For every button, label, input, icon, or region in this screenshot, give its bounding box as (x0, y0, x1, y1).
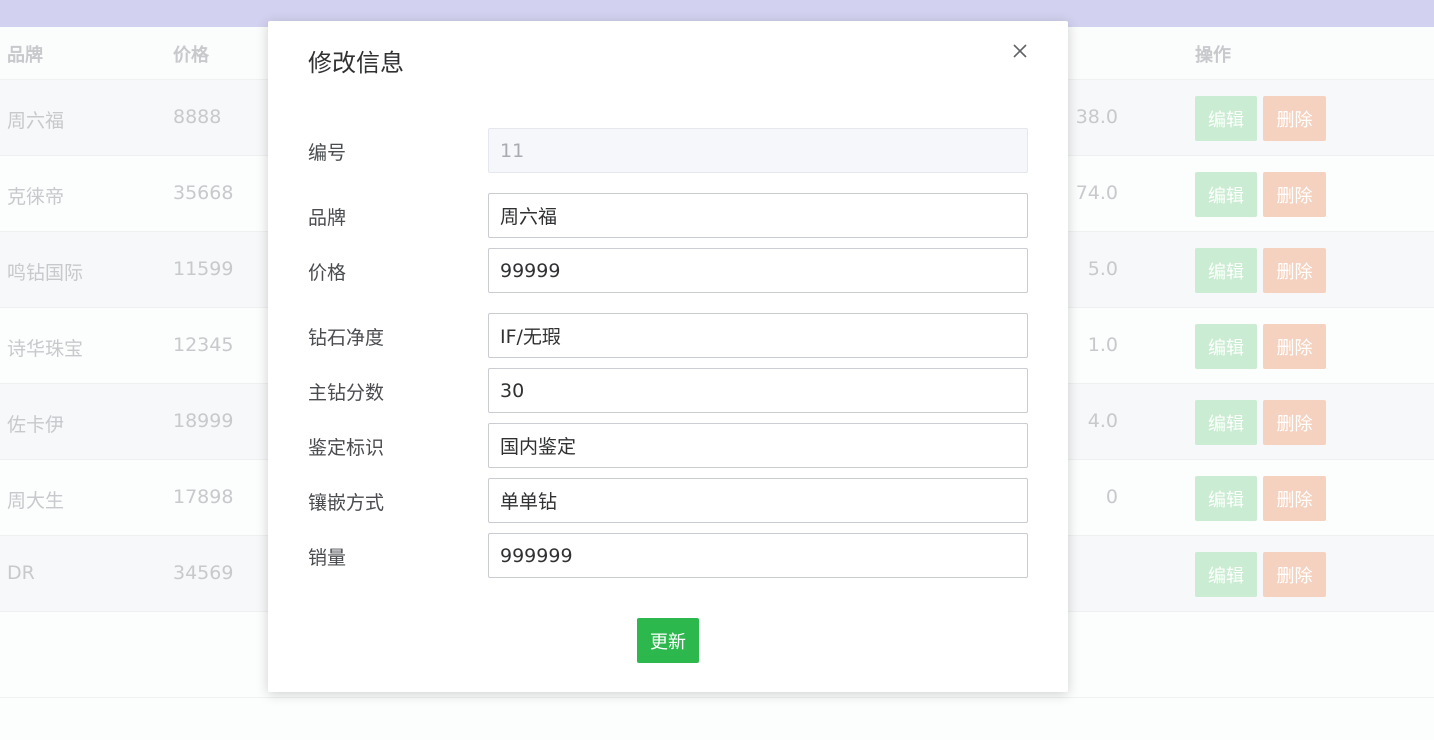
field-label-brand: 品牌 (308, 207, 347, 229)
field-label-sales: 销量 (308, 547, 347, 569)
cell-brand: DR (7, 562, 35, 584)
field-label-certification: 鉴定标识 (308, 437, 385, 459)
delete-button[interactable]: 删除 (1263, 96, 1326, 141)
cell-price: 35668 (173, 182, 234, 204)
close-icon[interactable] (1009, 40, 1031, 62)
cell-price: 11599 (173, 258, 234, 280)
delete-button[interactable]: 删除 (1263, 248, 1326, 293)
carat-field[interactable] (488, 368, 1028, 413)
dialog-title: 修改信息 (308, 49, 404, 77)
edit-button[interactable]: 编辑 (1195, 248, 1257, 293)
form-row-certification: 鉴定标识 (308, 423, 1028, 468)
field-label-clarity: 钻石净度 (308, 327, 385, 349)
form-row-carat: 主钻分数 (308, 368, 1028, 413)
delete-button[interactable]: 删除 (1263, 324, 1326, 369)
cell-brand: 鸣钻国际 (7, 262, 84, 284)
price-field[interactable] (488, 248, 1028, 293)
form-row-setting: 镶嵌方式 (308, 478, 1028, 523)
cell-brand: 周大生 (7, 490, 65, 512)
field-label-carat: 主钻分数 (308, 382, 385, 404)
header-brand: 品牌 (7, 45, 43, 66)
setting-field[interactable] (488, 478, 1028, 523)
form-row-brand: 品牌 (308, 193, 1028, 238)
edit-button[interactable]: 编辑 (1195, 324, 1257, 369)
cell-brand: 克徕帝 (7, 186, 65, 208)
edit-button[interactable]: 编辑 (1195, 96, 1257, 141)
delete-button[interactable]: 删除 (1263, 552, 1326, 597)
cell-price: 17898 (173, 486, 234, 508)
cell-price: 8888 (173, 106, 222, 128)
cell-price: 18999 (173, 410, 234, 432)
edit-info-dialog: 修改信息 编号 品牌 价格 钻石净度 主钻分数 鉴定标识 (268, 21, 1068, 692)
form-row-clarity: 钻石净度 (308, 313, 1028, 358)
cell-brand: 周六福 (7, 110, 65, 132)
clarity-field[interactable] (488, 313, 1028, 358)
header-price: 价格 (173, 45, 209, 66)
cell-price: 12345 (173, 334, 234, 356)
edit-button[interactable]: 编辑 (1195, 552, 1257, 597)
sales-field[interactable] (488, 533, 1028, 578)
id-field (488, 128, 1028, 173)
brand-field[interactable] (488, 193, 1028, 238)
header-actions: 操作 (1195, 45, 1231, 66)
cell-brand: 诗华珠宝 (7, 338, 84, 360)
cell-brand: 佐卡伊 (7, 414, 65, 436)
update-button[interactable]: 更新 (637, 618, 699, 663)
field-label-id: 编号 (308, 142, 347, 164)
form-row-sales: 销量 (308, 533, 1028, 578)
edit-button[interactable]: 编辑 (1195, 476, 1257, 521)
delete-button[interactable]: 删除 (1263, 172, 1326, 217)
field-label-price: 价格 (308, 262, 347, 284)
form-row-price: 价格 (308, 248, 1028, 293)
field-label-setting: 镶嵌方式 (308, 492, 385, 514)
form-row-id: 编号 (308, 128, 1028, 173)
page: 品牌 价格 操作 周六福 8888 38.0 编辑 删除 克徕帝 35668 7… (0, 0, 1434, 740)
edit-button[interactable]: 编辑 (1195, 400, 1257, 445)
delete-button[interactable]: 删除 (1263, 400, 1326, 445)
delete-button[interactable]: 删除 (1263, 476, 1326, 521)
certification-field[interactable] (488, 423, 1028, 468)
cell-price: 34569 (173, 562, 234, 584)
edit-button[interactable]: 编辑 (1195, 172, 1257, 217)
